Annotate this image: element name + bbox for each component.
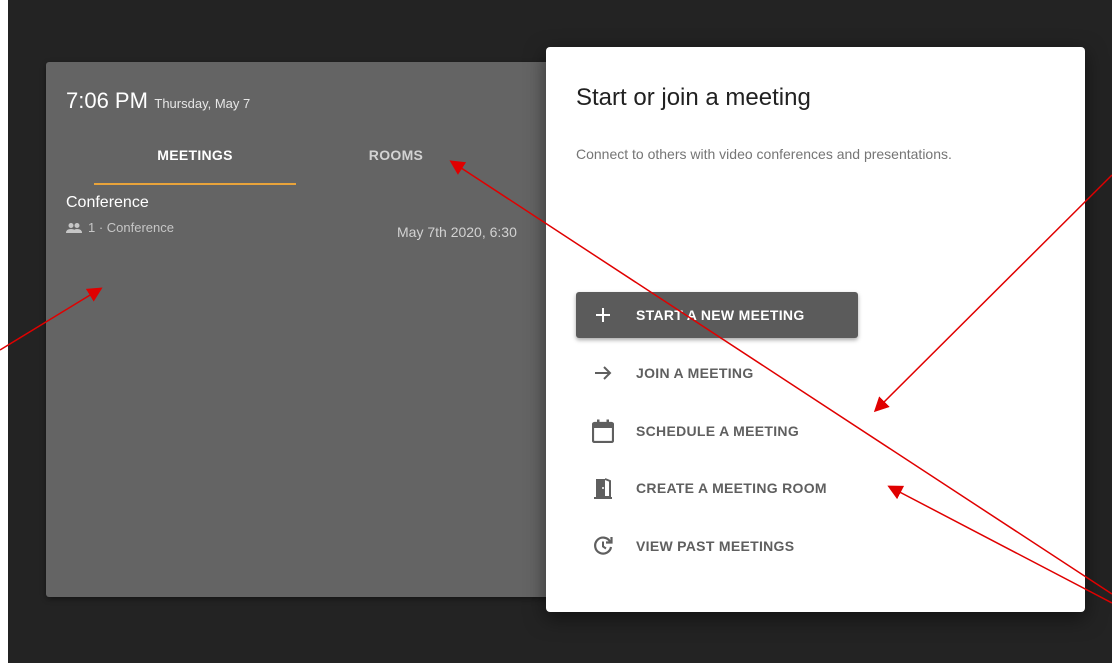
dialog-title: Start or join a meeting [576, 84, 811, 111]
tab-bar: MEETINGS ROOMS [46, 144, 546, 186]
clock-date: Thursday, May 7 [154, 96, 251, 111]
meetings-panel: 7:06 PM Thursday, May 7 MEETINGS ROOMS C… [46, 62, 566, 597]
meeting-participants: 1 · Conference [88, 220, 174, 235]
create-meeting-room-label: CREATE A MEETING ROOM [636, 480, 827, 496]
plus-icon [586, 303, 620, 327]
start-new-meeting-button[interactable]: START A NEW MEETING [576, 292, 858, 338]
meeting-time: May 7th 2020, 6:30 [397, 224, 517, 240]
view-past-meetings-button[interactable]: VIEW PAST MEETINGS [576, 523, 858, 569]
start-new-meeting-label: START A NEW MEETING [636, 307, 805, 323]
tab-meetings[interactable]: MEETINGS [94, 144, 296, 186]
history-icon [586, 534, 620, 558]
dialog-subtitle: Connect to others with video conferences… [576, 146, 952, 162]
join-meeting-button[interactable]: JOIN A MEETING [576, 350, 858, 396]
calendar-icon [586, 419, 620, 443]
schedule-meeting-button[interactable]: SCHEDULE A MEETING [576, 408, 858, 454]
tab-rooms[interactable]: ROOMS [316, 144, 476, 186]
schedule-meeting-label: SCHEDULE A MEETING [636, 423, 800, 439]
meeting-list-item[interactable]: Conference 1 · Conference May 7th 2020, … [66, 194, 566, 242]
clock: 7:06 PM Thursday, May 7 [66, 88, 250, 114]
meeting-details: 1 · Conference [66, 220, 174, 235]
people-icon [66, 222, 82, 233]
active-tab-indicator [94, 183, 296, 185]
start-meeting-dialog: Start or join a meeting Connect to other… [546, 47, 1085, 612]
arrow-right-icon [586, 361, 620, 385]
door-icon [586, 476, 620, 500]
view-past-meetings-label: VIEW PAST MEETINGS [636, 538, 795, 554]
clock-time: 7:06 PM [66, 88, 148, 113]
join-meeting-label: JOIN A MEETING [636, 365, 754, 381]
meeting-title: Conference [66, 194, 149, 211]
create-meeting-room-button[interactable]: CREATE A MEETING ROOM [576, 465, 858, 511]
